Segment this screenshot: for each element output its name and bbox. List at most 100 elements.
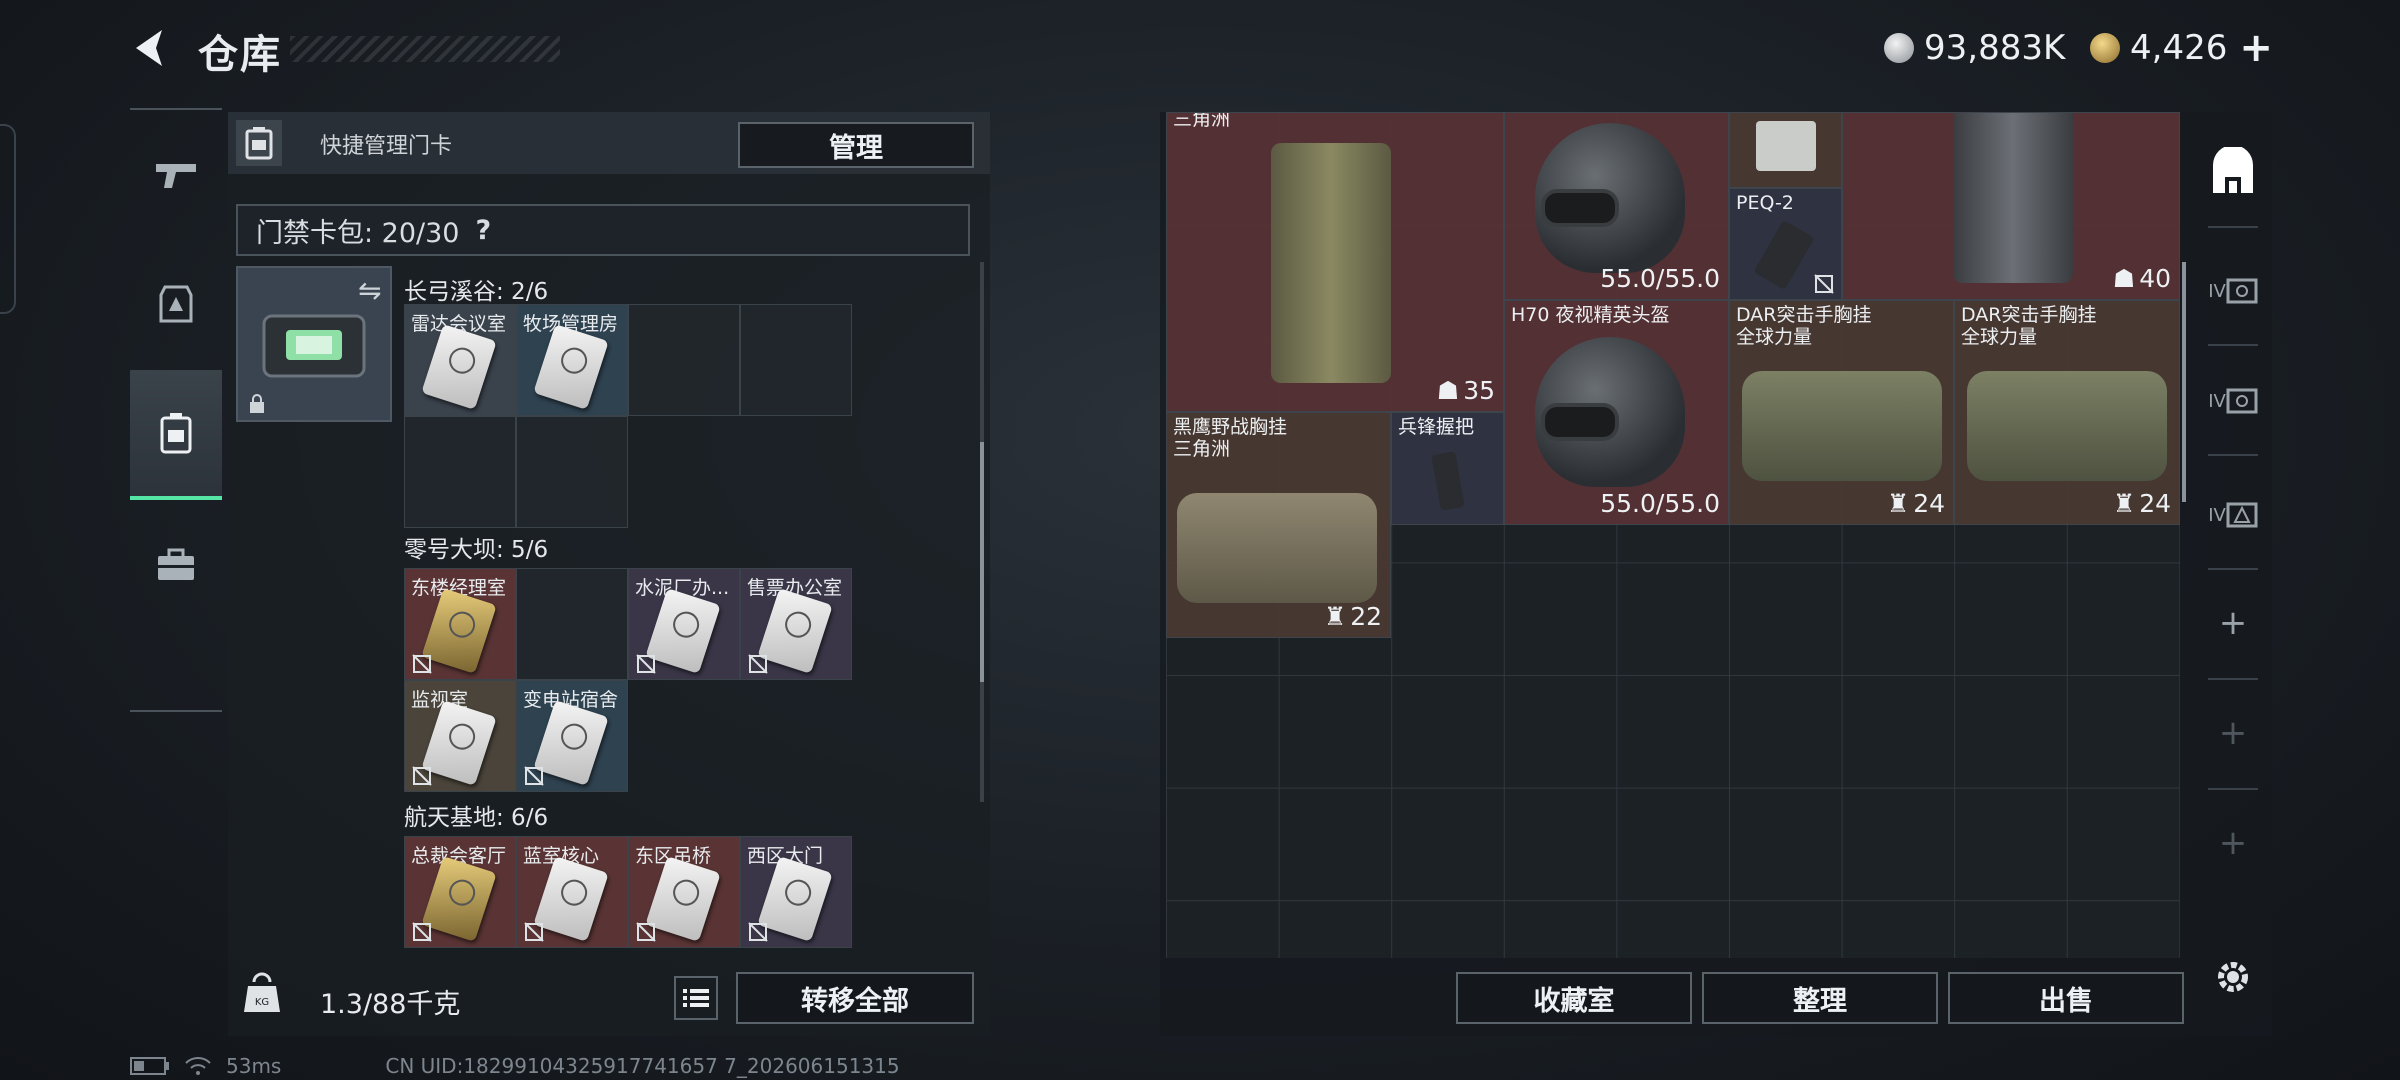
no-trade-icon <box>636 922 656 942</box>
tab-divider <box>2208 568 2258 570</box>
item-name: DAR突击手胸挂 全球力量 <box>1961 304 2097 348</box>
add-currency-button[interactable]: + <box>2239 25 2273 71</box>
stash-box-icon <box>2226 278 2258 304</box>
sort-button[interactable]: 整理 <box>1702 972 1938 1024</box>
stash-grid[interactable]: 三角洲 ☗ 35 55.0/55.0 PEQ-2 ☗ 40 H70 夜视精英头盔… <box>1166 112 2180 958</box>
keycard-slot[interactable]: 水泥厂办... <box>628 568 740 680</box>
weight-icon: KG <box>244 972 280 1012</box>
gold-amount: 4,426 <box>2130 28 2228 68</box>
keycard-slot[interactable]: 售票办公室 <box>740 568 852 680</box>
left-edge-tab[interactable] <box>0 124 16 314</box>
stash-item[interactable]: H70 夜视精英头盔 55.0/55.0 <box>1504 300 1729 525</box>
keycard-bag-icon <box>236 120 282 166</box>
rail-toolbox[interactable] <box>130 500 222 630</box>
keycard-icon <box>421 324 497 410</box>
empty-slot[interactable] <box>628 304 740 416</box>
chest-rig-icon <box>1967 371 2167 481</box>
ping-readout: 53ms <box>226 1054 282 1078</box>
keycard-slot[interactable]: 雷达会议室 <box>404 304 516 416</box>
back-icon[interactable] <box>128 24 176 72</box>
stash-tab-2[interactable]: IV <box>2202 260 2264 322</box>
keycard-slot[interactable]: 牧场管理房 <box>516 304 628 416</box>
gold-currency[interactable]: 4,426 + <box>2090 24 2273 72</box>
help-icon[interactable]: ? <box>476 215 492 246</box>
stash-item[interactable] <box>1729 112 1842 188</box>
rail-armor[interactable] <box>130 240 222 370</box>
tier-label: IV <box>2208 504 2226 526</box>
empty-slot[interactable] <box>516 416 628 528</box>
main-stash-tab[interactable] <box>2202 142 2264 204</box>
empty-slot[interactable] <box>740 304 852 416</box>
stash-item[interactable]: 黑鹰野战胸挂 三角洲 ♜ 22 <box>1166 412 1391 638</box>
stash-home-icon <box>2213 147 2253 193</box>
armor-icon <box>159 285 193 323</box>
keycard-case-icon <box>262 314 366 378</box>
stash-item[interactable]: DAR突击手胸挂 全球力量 ♜ 24 <box>1729 300 1954 525</box>
item-value: ☗ 35 <box>1436 376 1495 405</box>
item-value: ♜ 24 <box>1886 489 1945 518</box>
tab-divider <box>2208 788 2258 790</box>
gear-icon <box>2218 962 2248 992</box>
transfer-all-button[interactable]: 转移全部 <box>736 972 974 1024</box>
no-trade-icon <box>524 766 544 786</box>
chest-rig-icon <box>1742 371 1942 481</box>
chest-rig-icon <box>1177 493 1377 603</box>
keycard-slot[interactable]: 东区吊桥 <box>628 836 740 948</box>
settings-button[interactable] <box>2202 946 2264 1008</box>
tier-label: IV <box>2208 390 2226 412</box>
backpack-icon <box>160 413 192 454</box>
page-title: 仓库 <box>198 32 282 78</box>
collection-room-button[interactable]: 收藏室 <box>1456 972 1692 1024</box>
section-grid-space-base: 总裁会客厅 蓝室核心 东区吊桥 西区大门 <box>404 836 852 948</box>
add-stash-tab-button[interactable]: + <box>2202 592 2264 654</box>
item-value: ☗ 40 <box>2112 264 2171 293</box>
keycard-slot[interactable]: 西区大门 <box>740 836 852 948</box>
manage-button[interactable]: 管理 <box>738 122 974 168</box>
stash-box-icon <box>2226 502 2258 528</box>
vest-icon <box>1271 143 1391 383</box>
device-icon <box>1756 121 1816 171</box>
stash-tab-4[interactable]: IV <box>2202 484 2264 546</box>
stash-item[interactable]: DAR突击手胸挂 全球力量 ♜ 24 <box>1954 300 2180 525</box>
stash-item[interactable]: 三角洲 ☗ 35 <box>1166 112 1504 412</box>
locked-stash-tab: + <box>2218 713 2248 753</box>
empty-slot[interactable] <box>404 416 516 528</box>
item-value: ♜ 22 <box>1323 602 1382 631</box>
stash-item[interactable]: 55.0/55.0 <box>1504 112 1729 300</box>
equipped-keycard-case[interactable]: ⇋ <box>236 266 392 422</box>
status-bar: 53ms CN UID:18299104325917741657 7_20260… <box>130 1054 900 1078</box>
rail-weapons[interactable] <box>130 110 222 240</box>
wifi-icon <box>185 1057 211 1075</box>
stash-item[interactable]: PEQ-2 <box>1729 188 1842 300</box>
no-trade-icon <box>412 654 432 674</box>
keycard-slot[interactable]: 变电站宿舍 <box>516 680 628 792</box>
no-trade-icon <box>748 922 768 942</box>
stash-scroll-thumb[interactable] <box>2182 262 2186 502</box>
item-durability: 55.0/55.0 <box>1600 264 1720 293</box>
keycard-slot[interactable]: 蓝室核心 <box>516 836 628 948</box>
swap-icon[interactable]: ⇋ <box>358 274 381 307</box>
silver-amount: 93,883K <box>1924 28 2066 68</box>
item-durability: 55.0/55.0 <box>1600 489 1720 518</box>
list-icon <box>683 989 709 1007</box>
tab-divider <box>2208 344 2258 346</box>
stash-tab-3[interactable]: IV <box>2202 370 2264 432</box>
gun-icon <box>156 164 196 188</box>
keycard-slot[interactable]: 总裁会客厅 <box>404 836 516 948</box>
stash-item[interactable]: ☗ 40 <box>1842 112 2180 300</box>
svg-text:KG: KG <box>255 997 269 1008</box>
no-trade-icon <box>412 922 432 942</box>
item-name: 兵锋握把 <box>1398 416 1475 438</box>
rail-backpack[interactable] <box>130 370 222 500</box>
gold-coin-icon <box>2090 33 2120 63</box>
tab-divider <box>2208 678 2258 680</box>
empty-slot[interactable] <box>516 568 628 680</box>
stash-item[interactable]: 兵锋握把 <box>1391 412 1504 525</box>
keycard-scroll-thumb[interactable] <box>980 442 984 682</box>
silver-coin-icon <box>1884 33 1914 63</box>
category-rail <box>130 108 222 712</box>
list-view-button[interactable] <box>674 976 718 1020</box>
keycard-slot[interactable]: 东楼经理室 <box>404 568 516 680</box>
keycard-slot[interactable]: 监视室 <box>404 680 516 792</box>
sell-button[interactable]: 出售 <box>1948 972 2184 1024</box>
